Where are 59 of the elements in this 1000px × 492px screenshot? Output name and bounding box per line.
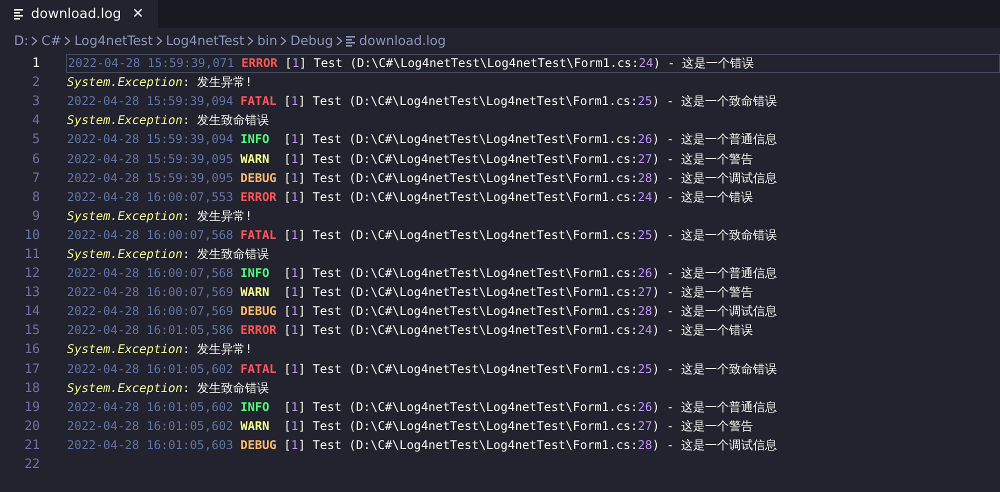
- log-line: 2022-04-28 15:59:39,094 INFO [1] Test (D:\C#\Log4netTest\Log4netTest\Form1.cs:26) - 这是一个普通信息: [66, 131, 778, 148]
- log-line: 2022-04-28 16:01:05,586 ERROR [1] Test (D:\C#\Log4netTest\Log4netTest\Form1.cs:24) - 这是一个错误: [66, 322, 754, 340]
- line-number: 22: [23, 457, 40, 472]
- log-line: 2022-04-28 16:01:05,603 DEBUG [1] Test (D:\C#\Log4netTest\Log4netTest\Form1.cs:28) - 这是一个调试信息: [66, 436, 778, 454]
- log-line: 2022-04-28 15:59:39,095 WARN [1] Test (D:\C#\Log4netTest\Log4netTest\Form1.cs:27) - 这是一个警告: [66, 150, 754, 168]
- line-number: 8: [31, 190, 40, 205]
- line-number: 6: [31, 152, 40, 167]
- log-line: 2022-04-28 16:01:05,602 FATAL [1] Test (D:\C#\Log4netTest\Log4netTest\Form1.cs:25) - 这是一个致命错误: [66, 360, 778, 378]
- line-number: 1: [31, 56, 40, 72]
- line-number: 16: [23, 342, 40, 358]
- log-line: System.Exception: 发生致命错误: [66, 380, 270, 397]
- breadcrumb-item[interactable]: Log4netTest: [166, 34, 244, 48]
- chevron-right-icon: [64, 36, 72, 46]
- log-line: System.Exception: 发生致命错误: [66, 112, 270, 130]
- line-number: 17: [23, 362, 40, 377]
- file-lines-icon: [346, 36, 356, 46]
- chevron-right-icon: [280, 36, 288, 46]
- line-number: 7: [31, 170, 40, 186]
- line-number: 19: [23, 400, 40, 415]
- line-number: 9: [31, 208, 40, 224]
- log-line: 2022-04-28 16:00:07,569 WARN [1] Test (D:\C#\Log4netTest\Log4netTest\Form1.cs:27) - 这是一个警告: [66, 284, 754, 302]
- log-line: 2022-04-28 16:01:05,602 WARN [1] Test (D:\C#\Log4netTest\Log4netTest\Form1.cs:27) - 这是一个警告: [66, 418, 754, 435]
- line-number: 4: [31, 113, 40, 128]
- line-number: 10: [23, 228, 40, 243]
- log-line: 2022-04-28 16:00:07,568 FATAL [1] Test (D:\C#\Log4netTest\Log4netTest\Form1.cs:25) - 这是一个致命错误: [66, 226, 778, 244]
- line-number: 13: [23, 285, 40, 300]
- line-number: 15: [23, 323, 40, 338]
- line-number: 20: [23, 418, 40, 434]
- chevron-right-icon: [336, 36, 344, 46]
- log-line: 2022-04-28 15:59:39,094 FATAL [1] Test (D:\C#\Log4netTest\Log4netTest\Form1.cs:25) - 这是一个致命错误: [66, 93, 778, 110]
- log-line: 2022-04-28 16:00:07,568 INFO [1] Test (D:\C#\Log4netTest\Log4netTest\Form1.cs:26) - 这是一个普通信息: [66, 265, 778, 282]
- log-line: 2022-04-28 16:00:07,553 ERROR [1] Test (D:\C#\Log4netTest\Log4netTest\Form1.cs:24) - 这是一个错误: [66, 188, 754, 206]
- line-number: 11: [23, 246, 40, 262]
- log-line: 2022-04-28 15:59:39,095 DEBUG [1] Test (D:\C#\Log4netTest\Log4netTest\Form1.cs:28) - 这是一个调试信息: [66, 170, 778, 187]
- line-number: 12: [23, 266, 40, 282]
- line-number: 5: [31, 132, 40, 148]
- breadcrumb-item[interactable]: Log4netTest: [74, 34, 153, 48]
- log-line: 2022-04-28 16:00:07,569 DEBUG [1] Test (D:\C#\Log4netTest\Log4netTest\Form1.cs:28) - 这是一个调试信息: [66, 303, 778, 320]
- log-line: 2022-04-28 16:01:05,602 INFO [1] Test (D:\C#\Log4netTest\Log4netTest\Form1.cs:26) - 这是一个普通信息: [66, 398, 778, 416]
- file-lines-icon: [14, 8, 24, 20]
- log-line: System.Exception: 发生异常!: [66, 74, 254, 92]
- breadcrumb-item[interactable]: D:: [14, 34, 28, 48]
- line-number: 18: [23, 380, 40, 396]
- line-number: 2: [31, 75, 40, 90]
- close-button[interactable]: ✕: [128, 6, 148, 22]
- log-line: System.Exception: 发生异常!: [66, 208, 254, 225]
- breadcrumb-item[interactable]: C#: [41, 34, 62, 48]
- line-number: 3: [31, 94, 40, 110]
- chevron-right-icon: [247, 36, 254, 46]
- chevron-right-icon: [31, 36, 38, 46]
- line-number: 14: [23, 304, 40, 320]
- breadcrumb-item[interactable]: bin: [257, 34, 278, 48]
- log-line: System.Exception: 发生致命错误: [66, 246, 270, 263]
- file-tab[interactable]: download.log ✕: [0, 0, 158, 28]
- breadcrumb-item[interactable]: download.log: [359, 34, 446, 48]
- log-line: System.Exception: 发生异常!: [66, 341, 254, 358]
- chevron-right-icon: [156, 36, 163, 46]
- breadcrumb-item[interactable]: Debug: [290, 34, 334, 48]
- line-number: 21: [23, 438, 40, 453]
